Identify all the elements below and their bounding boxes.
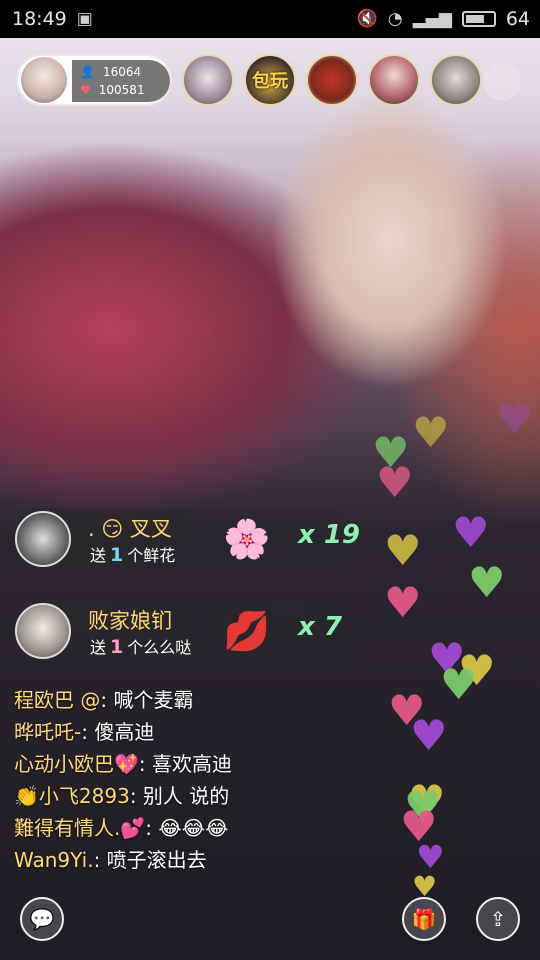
- gift-combo-count: x 19: [298, 520, 361, 550]
- chat-message: Wan9Yi.: 喷子滚出去: [14, 848, 207, 872]
- host-avatar[interactable]: [21, 57, 67, 103]
- gift-banner: . 😏 叉叉 送 1 个鲜花 🌸 x 19: [12, 508, 368, 570]
- status-bar: 18:49 ▣ 🔇 ◔ ▂▄▆ 64: [0, 0, 540, 38]
- notification-icon: ▣: [76, 9, 93, 29]
- host-card[interactable]: 👤 16064 ♥ 100581: [16, 54, 172, 106]
- signal-icon: ▂▄▆: [412, 9, 452, 29]
- heart-icon: ♥: [468, 558, 506, 607]
- viewer-avatar[interactable]: [430, 54, 482, 106]
- user-icon: 👤: [80, 65, 95, 79]
- battery-icon: [461, 11, 496, 27]
- heart-icon: ♥: [410, 711, 448, 760]
- share-button[interactable]: ⇪: [476, 897, 520, 941]
- chat-message: 心动小欧巴💖: 喜欢高迪: [14, 752, 233, 776]
- mute-icon: 🔇: [356, 9, 378, 29]
- heart-icon: ♥: [384, 526, 422, 575]
- gift-sender-avatar[interactable]: [15, 511, 71, 567]
- chat-list: 程欧巴 @: 喊个麦霸 晔吒吒-: 傻高迪 心动小欧巴💖: 喜欢高迪 👏小飞28…: [14, 684, 354, 876]
- viewer-avatar[interactable]: [306, 54, 358, 106]
- close-icon: ✕: [491, 66, 513, 94]
- heart-icon: ♥: [412, 408, 450, 457]
- status-time: 18:49: [12, 8, 67, 30]
- heart-icon: ♥: [452, 508, 490, 557]
- heart-icon: ♥: [376, 458, 414, 507]
- viewer-avatar[interactable]: 包玩: [244, 54, 296, 106]
- heart-icon: ♥: [384, 578, 422, 627]
- chat-bubble-icon: 💬: [29, 907, 55, 931]
- close-button[interactable]: ✕: [483, 62, 521, 100]
- viewer-avatar[interactable]: [368, 54, 420, 106]
- viewer-avatar[interactable]: [182, 54, 234, 106]
- like-count: 100581: [98, 83, 145, 97]
- gift-combo-count: x 7: [298, 612, 342, 642]
- battery-level: 64: [505, 8, 530, 30]
- viewer-count: 16064: [102, 65, 142, 79]
- kiss-gift-icon: 💋: [223, 609, 271, 653]
- wifi-icon: ◔: [387, 9, 403, 29]
- heart-icon: ♥: [496, 394, 534, 443]
- chat-button[interactable]: 💬: [20, 897, 64, 941]
- gift-banner: 败家娘钔 送 1 个么么哒 💋 x 7: [12, 600, 368, 662]
- viewer-banner-text: 包玩: [252, 71, 288, 92]
- gift-description: 送 1 个么么哒: [90, 636, 192, 658]
- share-icon: ⇪: [489, 907, 507, 931]
- gift-sender-avatar[interactable]: [15, 603, 71, 659]
- heart-icon: ♥: [440, 660, 478, 709]
- gift-button[interactable]: 🎁: [402, 897, 446, 941]
- host-stats: 👤 16064 ♥ 100581: [72, 60, 170, 102]
- gift-sender-name: 败家娘钔: [88, 609, 172, 633]
- gift-sender-name: . 😏 叉叉: [88, 517, 172, 541]
- chat-message: 晔吒吒-: 傻高迪: [14, 720, 155, 744]
- chat-message: 👏小飞2893: 别人 说的: [14, 784, 230, 808]
- gift-description: 送 1 个鲜花: [90, 544, 176, 566]
- viewer-avatar-list: 包玩: [182, 54, 482, 106]
- chat-message: 難得有情人.💕: 😂😂😂: [14, 816, 229, 840]
- chat-message: 程欧巴 @: 喊个麦霸: [14, 688, 194, 712]
- flower-gift-icon: 🌸: [223, 517, 271, 561]
- gift-icon: 🎁: [411, 907, 437, 931]
- heart-icon: ♥: [80, 83, 91, 97]
